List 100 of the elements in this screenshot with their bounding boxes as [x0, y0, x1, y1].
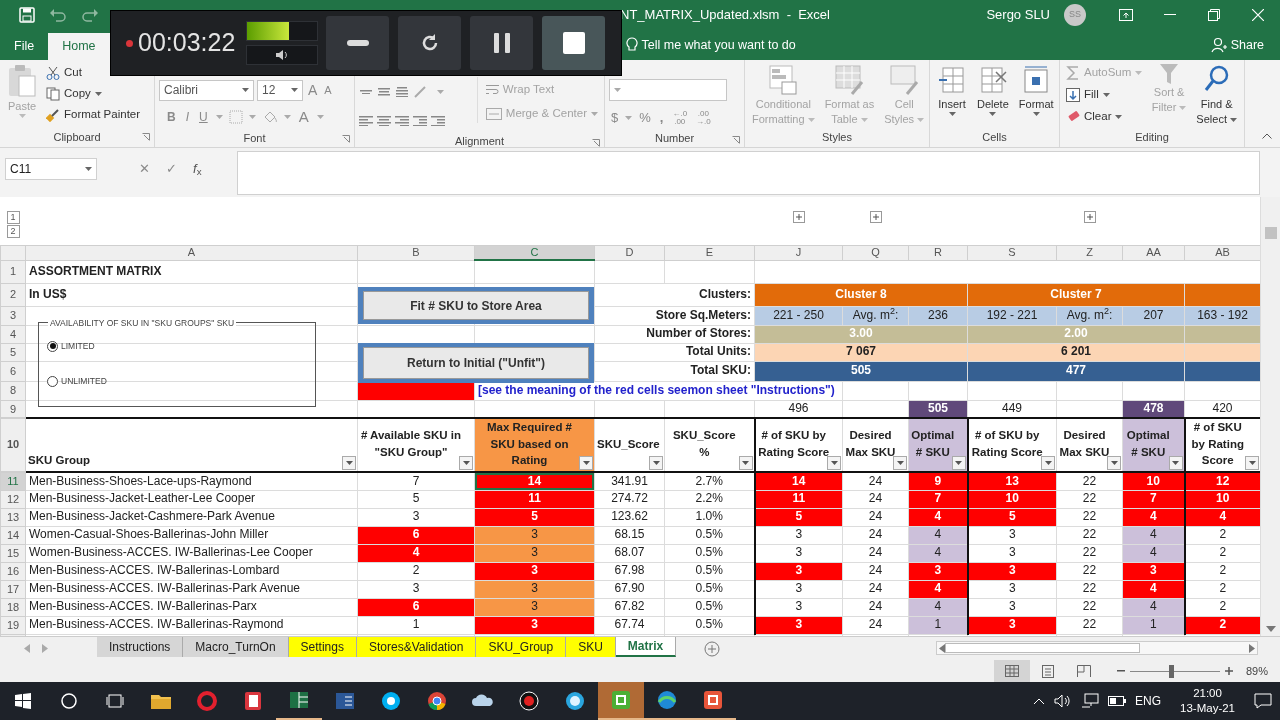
sheet-tab[interactable]: Matrix	[615, 637, 677, 657]
column-header[interactable]: J	[754, 245, 843, 260]
row-header[interactable]: 10	[0, 418, 26, 472]
sheet-subtitle: In US$	[25, 283, 358, 306]
share-button[interactable]: Share	[1204, 30, 1270, 60]
table-cell: 3	[357, 508, 475, 526]
user-name: Sergo SLU	[986, 6, 1050, 25]
row-header[interactable]: 2	[0, 283, 26, 306]
sheet-tab[interactable]: SKU_Group	[476, 637, 567, 657]
column-title: SKU Group	[28, 454, 90, 467]
row-label: Total Units:	[594, 343, 755, 361]
clear-button[interactable]: Clear	[1064, 107, 1125, 126]
column-title: # Available SKU in "SKU Group"	[360, 429, 462, 458]
column-header[interactable]: S	[967, 245, 1057, 260]
find-select-button[interactable]: Find & Select	[1193, 63, 1240, 127]
window-title: NT_MATRIX_Updated.xlsm - Excel	[620, 6, 830, 25]
sheet-tab[interactable]: Macro_TurnOn	[183, 637, 289, 657]
zoom-level: 89%	[1246, 663, 1270, 679]
radio-option[interactable]: LIMITED	[47, 340, 95, 353]
table-cell: 24	[842, 544, 909, 562]
sheet-tab[interactable]: Settings	[288, 637, 357, 657]
column-header[interactable]: Z	[1056, 245, 1123, 260]
column-header[interactable]: A	[25, 245, 358, 260]
group-label: Number	[654, 131, 695, 147]
sheet-tab[interactable]: Instructions	[97, 637, 184, 657]
insert-button[interactable]: Insert	[934, 63, 970, 117]
column-header[interactable]: AA	[1122, 245, 1185, 260]
table-cell: 68.07	[594, 544, 665, 562]
column-title: Desired Max SKU	[845, 429, 896, 458]
table-cell: 123.62	[594, 508, 665, 526]
outline-level-button[interactable]: 2	[6, 225, 20, 238]
table-cell: 0.5%	[664, 580, 755, 598]
table-cell: 24	[842, 562, 909, 580]
table-cell: 22	[1056, 616, 1123, 634]
table-cell: Men-Business-Shoes-Lace-ups-Raymond	[25, 472, 358, 490]
group-label: Font	[243, 130, 266, 146]
macro-button[interactable]: Return to Initial ("Unfit")	[363, 347, 589, 379]
column-header[interactable]: C	[474, 245, 595, 260]
format-button[interactable]: Format	[1015, 63, 1057, 117]
table-cell: 67.74	[594, 616, 665, 634]
table-cell: 24	[842, 580, 909, 598]
table-cell: Men-Business-ACCES. IW-Ballerinas-Lombard	[25, 562, 358, 580]
column-header[interactable]: R	[908, 245, 968, 260]
radio-label: UNLIMITED	[61, 375, 107, 388]
sheet-tab[interactable]: SKU	[566, 637, 616, 657]
copy-button[interactable]: Copy	[44, 84, 104, 103]
table-cell: 67.82	[594, 598, 665, 616]
font-dropdown[interactable]: Calibri	[159, 79, 254, 101]
insert-function-button[interactable]: f$_{x}$	[191, 159, 204, 179]
clock-date[interactable]: 13-May-21	[1180, 701, 1235, 716]
table-cell: 5	[357, 490, 475, 508]
row-label: Store Sq.Meters:	[594, 306, 755, 325]
column-header[interactable]: E	[664, 245, 755, 260]
group-label: Styles	[822, 129, 852, 145]
font-size-dropdown[interactable]: 12	[257, 79, 303, 101]
row-header[interactable]: 6	[0, 361, 26, 381]
column-header[interactable]: Q	[842, 245, 909, 260]
table-cell: Women-Business-ACCES. IW-Ballerinas-Lee Cooper	[25, 544, 358, 562]
table-cell: Men-Business-Jacket-Leather-Lee Cooper	[25, 490, 358, 508]
table-cell: 67.98	[594, 562, 665, 580]
outline-level-button[interactable]: 1	[6, 211, 20, 224]
column-header[interactable]: B	[357, 245, 475, 260]
table-cell: 3	[967, 580, 1057, 598]
ribbon-tab[interactable]: Home	[48, 33, 110, 60]
fill-button[interactable]: Fill	[1064, 85, 1112, 104]
cluster-header: Cluster 8	[754, 283, 968, 306]
table-cell: Men-Business-ACCES. IW-Ballerinas-Raymond	[25, 616, 358, 634]
row-label: Clusters:	[594, 283, 755, 306]
tell-me-field[interactable]: Tell me what you want to do	[641, 35, 796, 55]
table-cell: 24	[842, 616, 909, 634]
column-title: SKU_Score %	[672, 429, 736, 458]
delete-button[interactable]: Delete	[974, 63, 1012, 117]
group-label: Editing	[1135, 129, 1169, 145]
table-cell: 2	[357, 562, 475, 580]
group-label: Cells	[982, 129, 1007, 145]
row-header[interactable]: 1	[0, 260, 26, 283]
name-box[interactable]: C11	[5, 158, 97, 180]
table-cell: 24	[842, 526, 909, 544]
table-cell: 274.72	[594, 490, 665, 508]
table-cell: 22	[1056, 598, 1123, 616]
cluster-header: Cluster 7	[967, 283, 1185, 306]
macro-button[interactable]: Fit # SKU to Store Area	[363, 291, 589, 320]
table-cell: 22	[1056, 526, 1123, 544]
table-cell: 7	[357, 472, 475, 490]
column-header[interactable]: AB	[1184, 245, 1261, 260]
table-cell: 0.5%	[664, 598, 755, 616]
sheet-tab[interactable]: Stores&Validation	[356, 637, 477, 657]
table-cell: 68.15	[594, 526, 665, 544]
cut-button[interactable]: Cut	[44, 63, 84, 82]
column-title: # of SKU by Rating Score	[1191, 421, 1244, 467]
table-cell: 67.90	[594, 580, 665, 598]
format-painter-button[interactable]: Format Painter	[44, 105, 143, 124]
column-title: Max Required # SKU based on Rating	[487, 421, 572, 467]
input-language[interactable]: ENG	[1135, 692, 1162, 710]
ribbon-tab[interactable]: File	[0, 33, 49, 60]
table-cell: 0.5%	[664, 526, 755, 544]
radio-option[interactable]: UNLIMITED	[47, 375, 107, 388]
column-header[interactable]: D	[594, 245, 665, 260]
sheet-title: ASSORTMENT MATRIX	[25, 260, 358, 283]
clock-time[interactable]: 21:00	[1193, 686, 1222, 701]
